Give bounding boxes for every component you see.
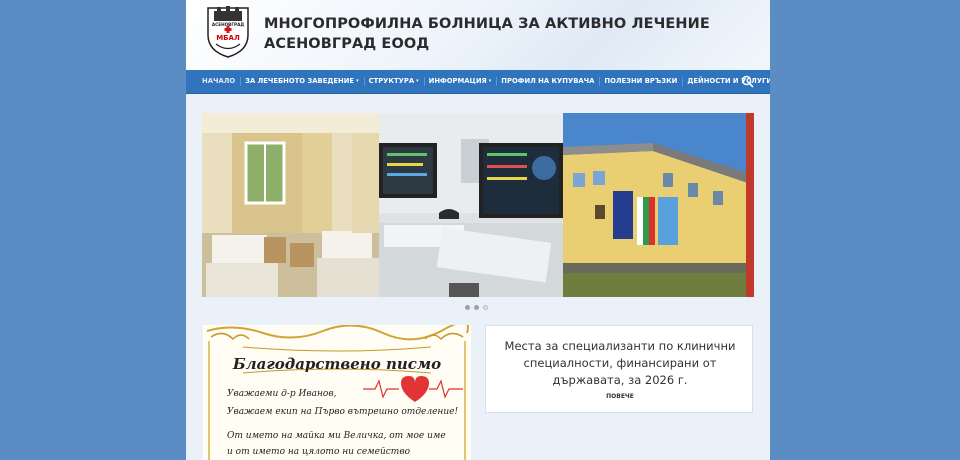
search-icon[interactable] xyxy=(741,75,754,88)
slider-dot[interactable] xyxy=(474,305,479,310)
hospital-room-photo xyxy=(202,113,379,297)
letter-line-3: От името на майка ми Величка, от мое име xyxy=(227,431,446,441)
logo-mid-text: МБАЛ xyxy=(216,34,240,42)
image-slider[interactable] xyxy=(202,113,754,297)
slider-dots xyxy=(465,305,488,310)
nav-item-label: НАЧАЛО xyxy=(202,77,236,85)
letter-line-4: и от името на цялото ни семейство xyxy=(227,447,410,457)
letter-line-1: Уважаеми д-р Иванов, xyxy=(227,389,337,399)
monitor-station-photo xyxy=(379,113,563,297)
news-card[interactable]: Места за специализанти по клинични специ… xyxy=(485,325,753,413)
nav-item[interactable]: СТРУКТУРА ▾ xyxy=(363,70,424,93)
slider-dot[interactable] xyxy=(465,305,470,310)
nav-item[interactable]: ПРОФИЛ НА КУПУВАЧА xyxy=(496,70,599,93)
chevron-down-icon: ▾ xyxy=(488,78,492,84)
letter-title: Благодарствено писмо xyxy=(232,355,442,373)
nav-item[interactable]: ДЕЙНОСТИ И УСЛУГИ▾ xyxy=(682,70,770,93)
site-title-line1: МНОГОПРОФИЛНА БОЛНИЦА ЗА АКТИВНО ЛЕЧЕНИЕ xyxy=(264,16,710,32)
hospital-building-photo xyxy=(563,113,754,297)
nav-item-label: СТРУКТУРА xyxy=(368,77,415,85)
slider-dot[interactable] xyxy=(483,305,488,310)
nav-item[interactable]: ИНФОРМАЦИЯ ▾ xyxy=(423,70,497,93)
news-title[interactable]: Места за специализанти по клинични специ… xyxy=(496,338,744,389)
chevron-down-icon: ▾ xyxy=(356,78,359,84)
hospital-logo[interactable]: АСЕНОВГРАД МБАЛ xyxy=(204,5,252,59)
more-link[interactable]: ПОВЕЧЕ xyxy=(486,393,754,400)
nav-item[interactable]: ПОЛЕЗНИ ВРЪЗКИ xyxy=(599,70,682,93)
nav-item-label: ПОЛЕЗНИ ВРЪЗКИ xyxy=(604,77,678,85)
nav-item[interactable]: ЗА ЛЕЧЕБНОТО ЗАВЕДЕНИЕ ▾ xyxy=(240,70,363,93)
nav-items: НАЧАЛО ЗА ЛЕЧЕБНОТО ЗАВЕДЕНИЕ ▾ СТРУКТУРА ▾ И… xyxy=(197,70,770,93)
nav-item-label: ЗА ЛЕЧЕБНОТО ЗАВЕДЕНИЕ xyxy=(245,77,355,85)
site-title-line2: АСЕНОВГРАД ЕООД xyxy=(264,36,430,52)
site-header: АСЕНОВГРАД МБАЛ МНОГОПРОФИЛНА БОЛНИЦА ЗА… xyxy=(186,0,770,70)
chevron-down-icon: ▾ xyxy=(416,78,419,84)
main-nav: НАЧАЛО ЗА ЛЕЧЕБНОТО ЗАВЕДЕНИЕ ▾ СТРУКТУРА ▾ И… xyxy=(186,70,770,94)
page: АСЕНОВГРАД МБАЛ МНОГОПРОФИЛНА БОЛНИЦА ЗА… xyxy=(186,0,770,460)
letter-line-2: Уважаем екип на Първо вътрешно отделение… xyxy=(227,407,459,417)
nav-item-label: ПРОФИЛ НА КУПУВАЧА xyxy=(501,77,595,85)
site-title[interactable]: МНОГОПРОФИЛНА БОЛНИЦА ЗА АКТИВНО ЛЕЧЕНИЕ… xyxy=(264,14,744,54)
nav-item-label: ИНФОРМАЦИЯ xyxy=(428,77,487,85)
nav-item-label: ДЕЙНОСТИ И УСЛУГИ xyxy=(687,77,770,85)
thank-you-letter-card[interactable]: Благодарствено писмо Уважаеми д-р Иванов… xyxy=(203,325,471,460)
nav-item[interactable]: НАЧАЛО xyxy=(197,70,240,93)
